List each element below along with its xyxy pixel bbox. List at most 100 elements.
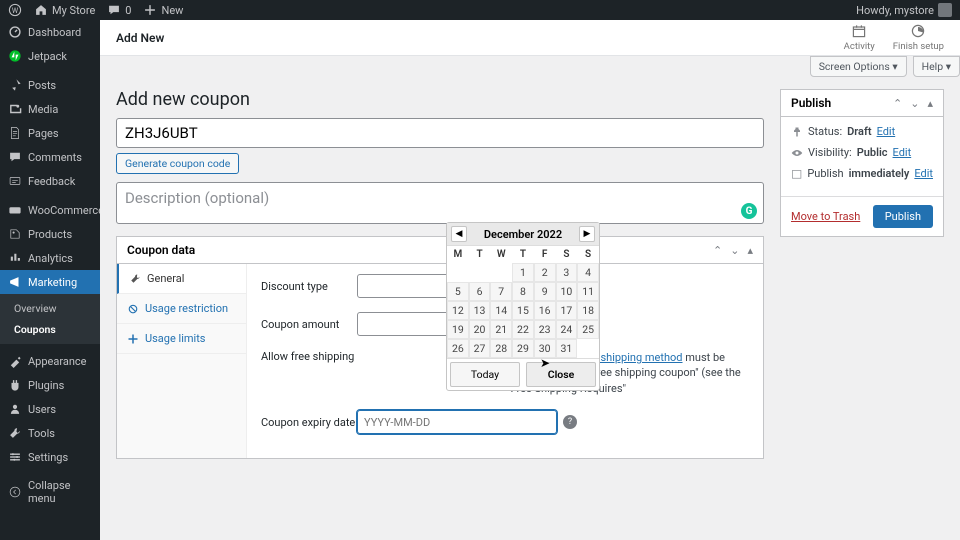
datepicker-day[interactable]: 22: [512, 320, 534, 339]
sidebar-item-label: Pages: [28, 127, 59, 140]
expiry-date-input[interactable]: [357, 410, 557, 434]
grammarly-icon[interactable]: G: [741, 203, 757, 219]
datepicker-day[interactable]: 18: [577, 301, 599, 320]
wp-logo[interactable]: W: [8, 3, 22, 17]
sidebar-collapse[interactable]: Collapse menu: [0, 474, 100, 510]
box-move-down[interactable]: ⌄: [730, 244, 739, 257]
move-to-trash-link[interactable]: Move to Trash: [791, 210, 860, 223]
datepicker-day[interactable]: 28: [490, 339, 512, 358]
datepicker-day[interactable]: 14: [490, 301, 512, 320]
datepicker-day[interactable]: 10: [556, 282, 578, 301]
sidebar-item-comments[interactable]: Comments: [0, 145, 100, 169]
sidebar-item-settings[interactable]: Settings: [0, 445, 100, 469]
sidebar-item-dashboard[interactable]: Dashboard: [0, 20, 100, 44]
status-edit-link[interactable]: Edit: [877, 125, 896, 138]
visibility-value: Public: [857, 146, 888, 159]
tab-usage-restriction[interactable]: Usage restriction: [117, 294, 246, 324]
sidebar-item-appearance[interactable]: Appearance: [0, 349, 100, 373]
sidebar-item-plugins[interactable]: Plugins: [0, 373, 100, 397]
free-shipping-label: Allow free shipping: [261, 350, 357, 363]
datepicker-day[interactable]: 2: [534, 263, 556, 282]
datepicker-day[interactable]: 24: [556, 320, 578, 339]
coupon-code-input[interactable]: [116, 118, 764, 148]
datepicker-close[interactable]: Close: [526, 362, 596, 387]
sidebar-item-products[interactable]: Products: [0, 222, 100, 246]
datepicker-day[interactable]: 12: [447, 301, 469, 320]
screen-meta-links: Screen Options ▾ Help ▾: [100, 56, 960, 77]
box-move-up[interactable]: ⌃: [893, 97, 902, 110]
datepicker-day[interactable]: 11: [577, 282, 599, 301]
sidebar-item-marketing[interactable]: Marketing: [0, 270, 100, 294]
datepicker: ◀ December 2022 ▶ MTWTFSS 12345678910111…: [446, 222, 600, 391]
datepicker-day[interactable]: 20: [469, 320, 491, 339]
datepicker-prev[interactable]: ◀: [451, 226, 467, 242]
help-toggle[interactable]: Help ▾: [913, 56, 960, 77]
datepicker-day[interactable]: 5: [447, 282, 469, 301]
datepicker-day[interactable]: 23: [534, 320, 556, 339]
datepicker-day[interactable]: 27: [469, 339, 491, 358]
sidebar-item-users[interactable]: Users: [0, 397, 100, 421]
publish-button[interactable]: Publish: [873, 205, 933, 228]
sidebar-item-label: Plugins: [28, 379, 64, 392]
howdy-link[interactable]: Howdy, mystore: [856, 3, 952, 17]
sidebar-item-posts[interactable]: Posts: [0, 73, 100, 97]
datepicker-day[interactable]: 25: [577, 320, 599, 339]
new-content-link[interactable]: New: [143, 3, 183, 17]
sidebar-item-woocommerce[interactable]: WooCommerce: [0, 198, 100, 222]
sidebar-item-label: Feedback: [28, 175, 75, 188]
datepicker-day[interactable]: 13: [469, 301, 491, 320]
tab-general[interactable]: General: [117, 264, 246, 294]
box-move-down[interactable]: ⌄: [910, 97, 919, 110]
site-name-link[interactable]: My Store: [34, 3, 95, 17]
tools-icon: [8, 426, 22, 440]
datepicker-day[interactable]: 30: [534, 339, 556, 358]
sidebar-item-feedback[interactable]: Feedback: [0, 169, 100, 193]
box-move-up[interactable]: ⌃: [713, 244, 722, 257]
restriction-icon: [127, 303, 139, 315]
box-toggle[interactable]: ▴: [747, 244, 753, 257]
comments-link[interactable]: 0: [107, 3, 131, 17]
datepicker-dow: T: [512, 246, 534, 263]
datepicker-day[interactable]: 6: [469, 282, 491, 301]
datepicker-next[interactable]: ▶: [579, 226, 595, 242]
datepicker-day[interactable]: 21: [490, 320, 512, 339]
sidebar-item-analytics[interactable]: Analytics: [0, 246, 100, 270]
datepicker-day[interactable]: 15: [512, 301, 534, 320]
datepicker-day[interactable]: 29: [512, 339, 534, 358]
sidebar-submenu-marketing: Overview Coupons: [0, 294, 100, 344]
datepicker-day[interactable]: 1: [512, 263, 534, 282]
datepicker-day[interactable]: 8: [512, 282, 534, 301]
sidebar-item-jetpack[interactable]: Jetpack: [0, 44, 100, 68]
media-icon: [8, 102, 22, 116]
box-toggle[interactable]: ▴: [927, 97, 933, 110]
publish-time-edit-link[interactable]: Edit: [914, 167, 933, 180]
datepicker-today[interactable]: Today: [450, 362, 520, 387]
help-icon[interactable]: ?: [563, 415, 577, 429]
sidebar-sub-overview[interactable]: Overview: [0, 298, 100, 319]
coupon-description-input[interactable]: Description (optional) G: [116, 182, 764, 224]
datepicker-day[interactable]: 9: [534, 282, 556, 301]
generate-code-button[interactable]: Generate coupon code: [116, 153, 239, 174]
datepicker-day[interactable]: 4: [577, 263, 599, 282]
sidebar-item-label: Posts: [28, 79, 56, 92]
tab-usage-limits[interactable]: Usage limits: [117, 324, 246, 354]
new-label: New: [161, 4, 183, 17]
datepicker-dow: W: [490, 246, 512, 263]
datepicker-day[interactable]: 17: [556, 301, 578, 320]
datepicker-day[interactable]: 26: [447, 339, 469, 358]
datepicker-day[interactable]: 7: [490, 282, 512, 301]
activity-button[interactable]: Activity: [844, 23, 875, 52]
datepicker-day[interactable]: 16: [534, 301, 556, 320]
sidebar-item-label: Media: [28, 103, 58, 116]
sidebar-item-tools[interactable]: Tools: [0, 421, 100, 445]
page-header-bar: Add New Activity Finish setup: [100, 20, 960, 56]
sidebar-sub-coupons[interactable]: Coupons: [0, 319, 100, 340]
datepicker-day[interactable]: 19: [447, 320, 469, 339]
sidebar-item-media[interactable]: Media: [0, 97, 100, 121]
finish-setup-button[interactable]: Finish setup: [893, 23, 944, 52]
datepicker-day[interactable]: 3: [556, 263, 578, 282]
visibility-edit-link[interactable]: Edit: [893, 146, 912, 159]
sidebar-item-pages[interactable]: Pages: [0, 121, 100, 145]
screen-options-toggle[interactable]: Screen Options ▾: [810, 56, 907, 77]
datepicker-day[interactable]: 31: [556, 339, 578, 358]
